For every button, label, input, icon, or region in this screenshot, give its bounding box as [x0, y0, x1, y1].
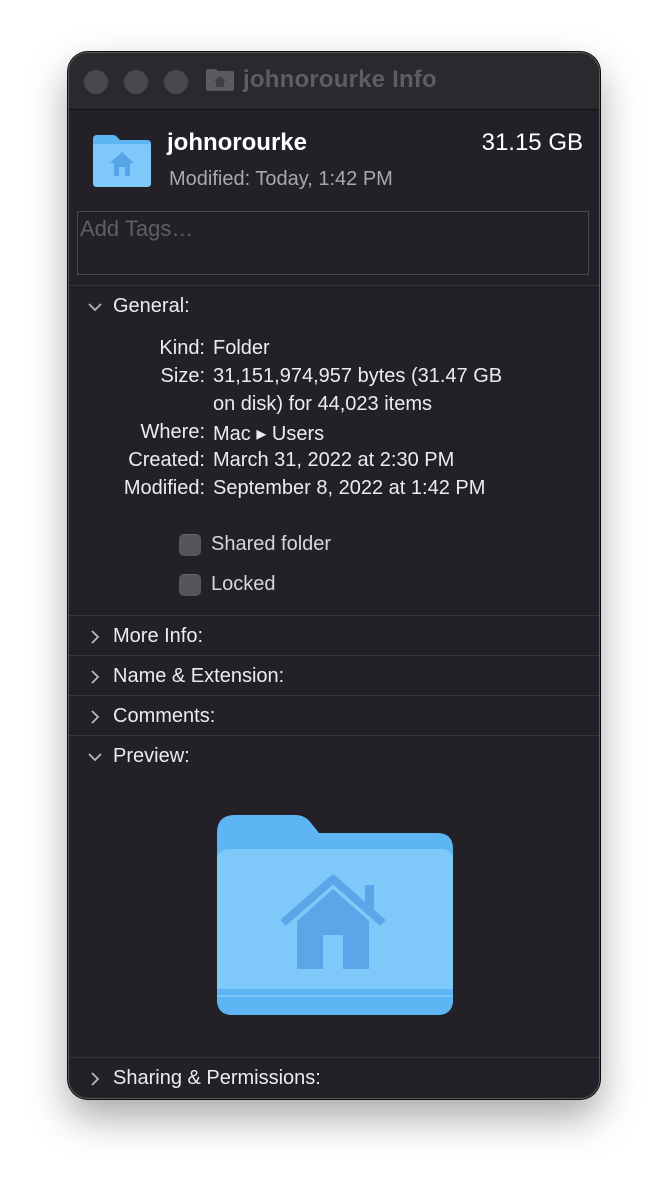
chevron-right-icon	[91, 1071, 100, 1086]
locked-label: Locked	[211, 573, 276, 595]
tags-field[interactable]: Add Tags…	[77, 211, 589, 275]
divider	[69, 1057, 599, 1058]
section-sharing-permissions[interactable]: Sharing & Permissions:	[87, 1067, 321, 1090]
divider	[69, 695, 599, 696]
section-comments-label: Comments:	[113, 705, 216, 727]
home-folder-icon	[217, 815, 453, 1015]
info-modified: Modified: September 8, 2022 at 1:42 PM	[69, 477, 599, 501]
locked-checkbox-row[interactable]: Locked	[179, 573, 276, 596]
minimize-button[interactable]	[124, 70, 148, 94]
zoom-button[interactable]	[164, 70, 188, 94]
file-size: 31.15 GB	[481, 129, 583, 156]
divider	[69, 735, 599, 736]
shared-folder-checkbox[interactable]	[179, 533, 201, 556]
chevron-down-icon	[88, 752, 102, 761]
section-more-info-label: More Info:	[113, 625, 204, 647]
divider	[69, 615, 599, 616]
chevron-down-icon	[88, 302, 102, 311]
info-size-continued: on disk) for 44,023 items	[69, 393, 599, 417]
size-value-line1: 31,151,974,957 bytes (31.47 GB	[213, 365, 503, 387]
divider	[69, 285, 599, 286]
modified-value: September 8, 2022 at 1:42 PM	[213, 477, 486, 499]
section-preview-label: Preview:	[113, 745, 190, 767]
shared-folder-label: Shared folder	[211, 533, 332, 555]
size-value-line2: on disk) for 44,023 items	[213, 393, 432, 415]
created-label: Created:	[128, 449, 205, 471]
section-general[interactable]: General:	[87, 295, 190, 318]
kind-label: Kind:	[159, 337, 205, 359]
shared-folder-checkbox-row[interactable]: Shared folder	[179, 533, 331, 556]
chevron-right-icon	[91, 709, 100, 724]
section-general-label: General:	[113, 295, 190, 317]
header-modified-label: Modified:	[169, 168, 251, 190]
modified-label: Modified:	[123, 477, 205, 499]
close-button[interactable]	[84, 70, 108, 94]
size-label: Size:	[160, 365, 205, 387]
info-kind: Kind: Folder	[69, 337, 599, 361]
created-value: March 31, 2022 at 2:30 PM	[213, 449, 455, 471]
section-name-extension[interactable]: Name & Extension:	[87, 665, 284, 688]
window-title-group: johnorourke Info	[205, 66, 437, 94]
section-comments[interactable]: Comments:	[87, 705, 215, 728]
section-more-info[interactable]: More Info:	[87, 625, 203, 648]
where-label: Where:	[140, 421, 205, 443]
window-title: johnorourke Info	[243, 66, 437, 93]
home-folder-icon	[206, 69, 234, 91]
file-name: johnorourke	[167, 129, 308, 156]
tags-placeholder: Add Tags…	[80, 216, 194, 241]
info-size: Size: 31,151,974,957 bytes (31.47 GB	[69, 365, 599, 389]
header-modified-value: Today, 1:42 PM	[255, 168, 393, 190]
kind-value: Folder	[213, 337, 270, 359]
home-folder-icon	[93, 135, 151, 187]
chevron-right-icon	[91, 669, 100, 684]
info-created: Created: March 31, 2022 at 2:30 PM	[69, 449, 599, 473]
section-name-extension-label: Name & Extension:	[113, 665, 285, 687]
divider	[69, 655, 599, 656]
section-sharing-permissions-label: Sharing & Permissions:	[113, 1067, 321, 1089]
header-modified: Modified: Today, 1:42 PM	[169, 168, 393, 191]
chevron-right-icon	[91, 629, 100, 644]
locked-checkbox[interactable]	[179, 573, 201, 596]
title-bar[interactable]: johnorourke Info	[69, 53, 599, 110]
where-value: Mac ▸ Users	[213, 423, 325, 445]
section-preview[interactable]: Preview:	[87, 745, 190, 768]
info-window: johnorourke Info johnorourke 31.15 GB Mo…	[68, 52, 600, 1099]
info-where: Where: Mac ▸ Users	[69, 421, 599, 445]
